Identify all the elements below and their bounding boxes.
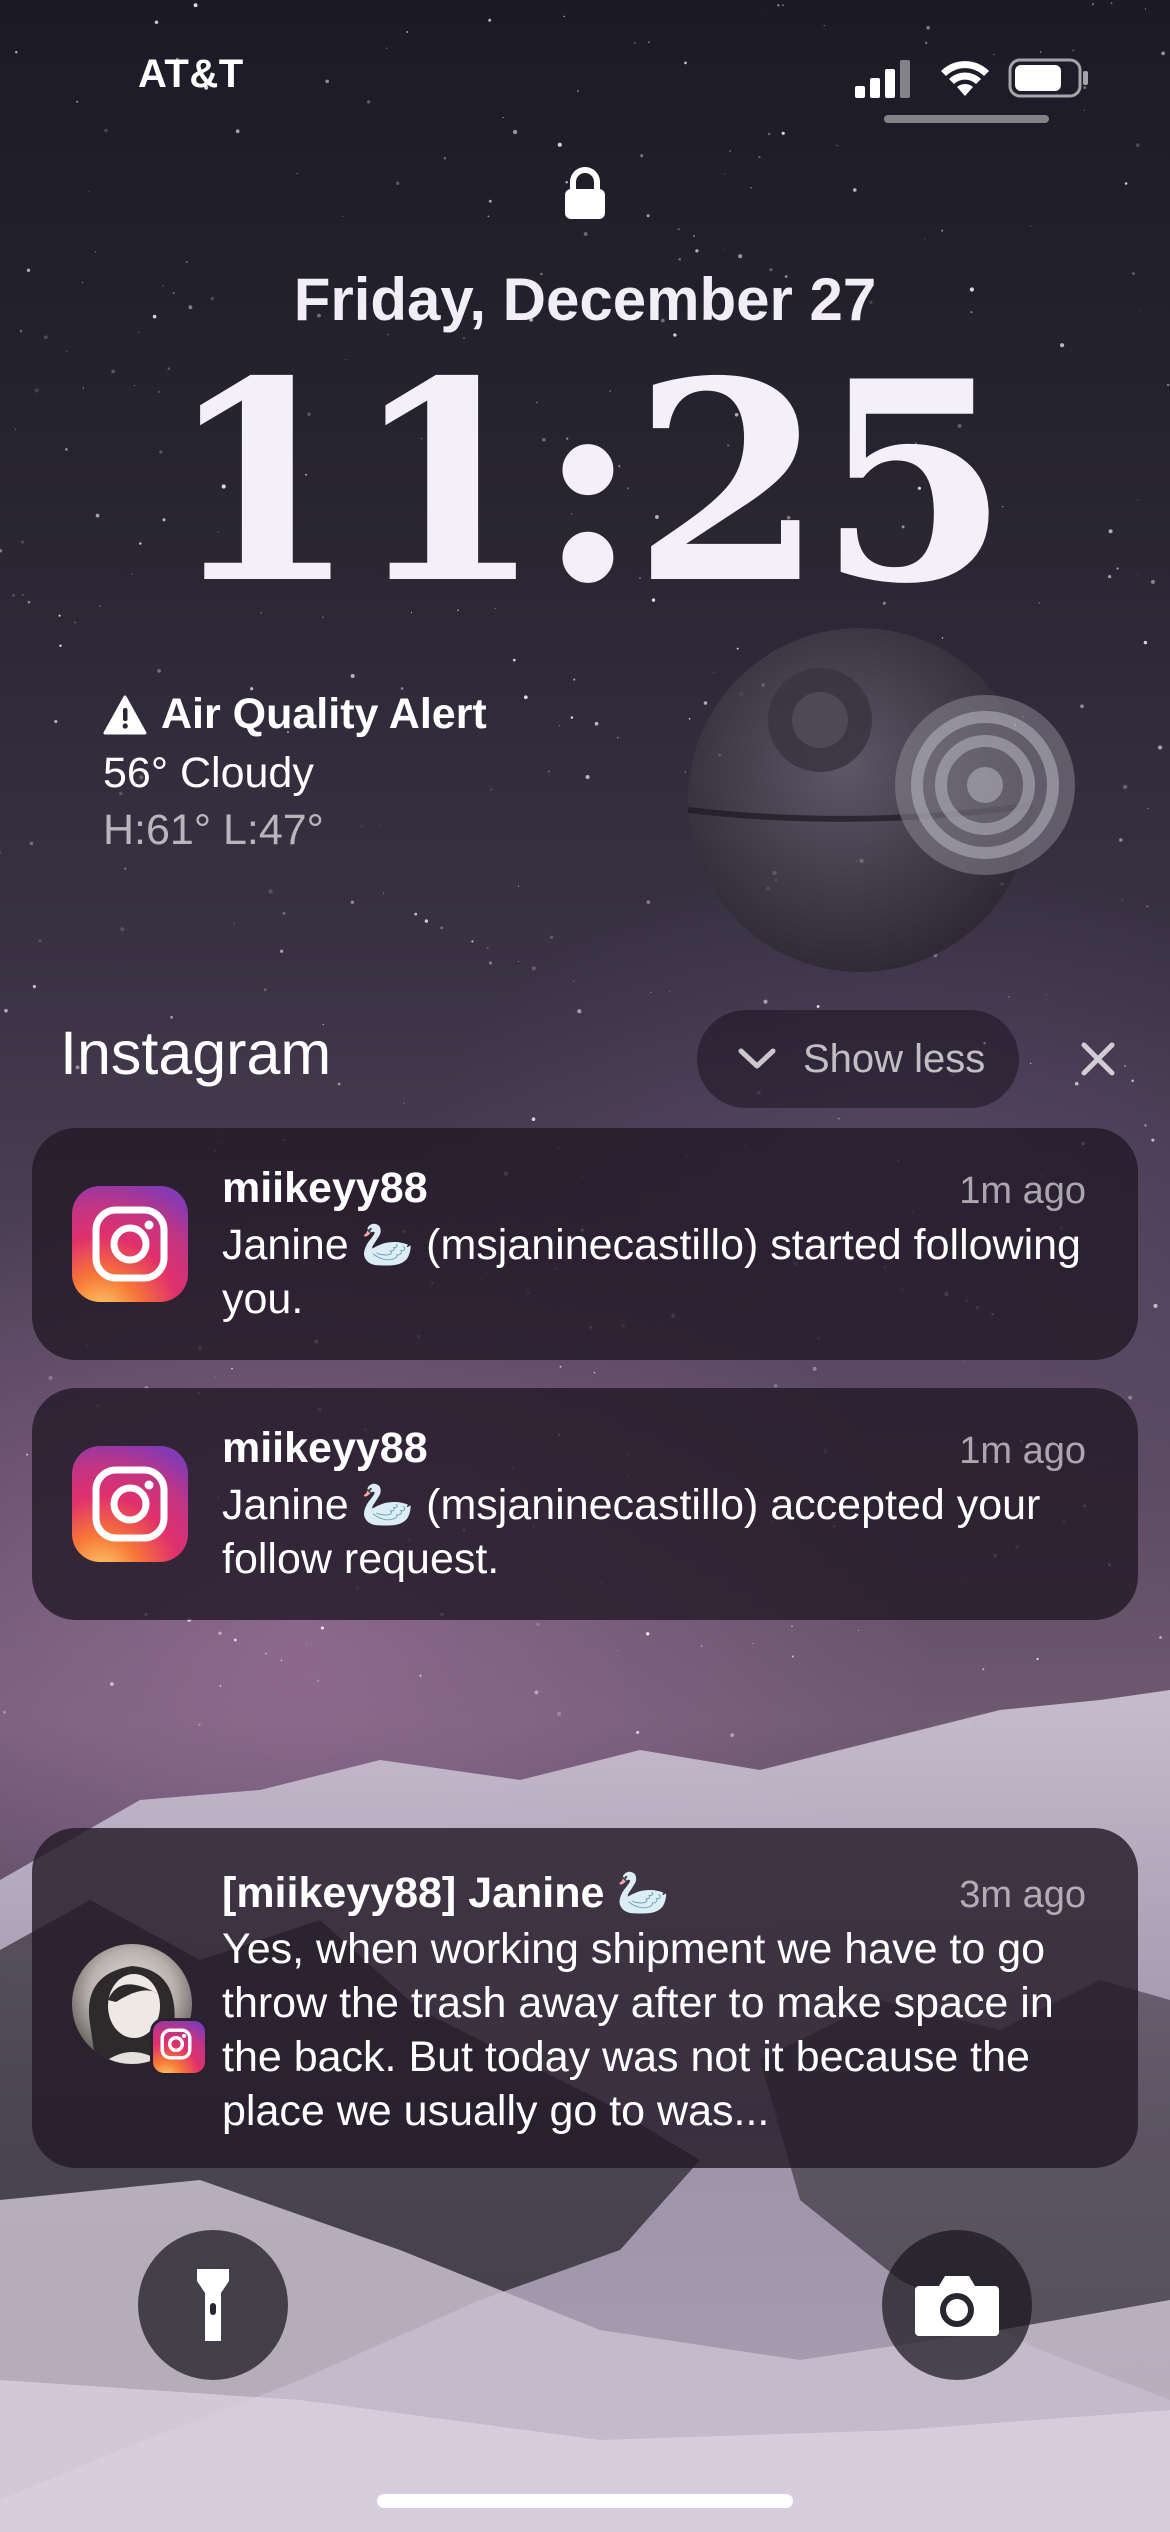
camera-button[interactable] bbox=[882, 2230, 1032, 2380]
message-notification-card[interactable]: [miikeyy88] Janine 🦢 3m ago Yes, when wo… bbox=[32, 1828, 1138, 2168]
carrier-label: AT&T bbox=[138, 52, 244, 96]
weather-hi-lo: H:61° L:47° bbox=[103, 806, 324, 854]
wifi-icon bbox=[941, 61, 989, 96]
weather-alert-label: Air Quality Alert bbox=[161, 690, 487, 738]
instagram-badge-icon bbox=[150, 2018, 208, 2076]
cellular-signal-icon bbox=[855, 60, 910, 98]
notification-body: Janine 🦢 (msjaninecastillo) accepted you… bbox=[222, 1481, 1041, 1583]
notification-time: 1m ago bbox=[959, 1430, 1086, 1472]
flashlight-icon bbox=[197, 2269, 229, 2341]
weather-alert: Air Quality Alert bbox=[103, 690, 487, 739]
clear-group-button[interactable] bbox=[1063, 1024, 1133, 1094]
camera-icon bbox=[915, 2276, 999, 2336]
notification-title: miikeyy88 bbox=[222, 1164, 428, 1212]
notification-body: Janine 🦢 (msjaninecastillo) started foll… bbox=[222, 1221, 1081, 1323]
notification-group-title: Instagram bbox=[60, 1019, 332, 1087]
lock-screen-time: 11:25 bbox=[166, 321, 1010, 644]
message-body: Yes, when working shipment we have to go… bbox=[222, 1925, 1054, 2135]
death-star-wallpaper bbox=[687, 628, 1075, 972]
chevron-down-icon bbox=[738, 1048, 776, 1069]
instagram-icon bbox=[72, 1446, 188, 1562]
home-indicator[interactable] bbox=[377, 2494, 793, 2508]
notification-card[interactable]: miikeyy88 1m ago Janine 🦢 (msjaninecasti… bbox=[32, 1128, 1138, 1360]
instagram-icon bbox=[72, 1186, 188, 1302]
weather-current: 56° Cloudy bbox=[103, 749, 314, 797]
status-indicator-bar bbox=[884, 115, 1049, 123]
notification-group-header: Instagram Show less bbox=[60, 1010, 1140, 1108]
message-title: [miikeyy88] Janine 🦢 bbox=[222, 1869, 670, 1917]
notification-time: 1m ago bbox=[959, 1170, 1086, 1212]
show-less-label: Show less bbox=[803, 1036, 986, 1081]
notification-title: miikeyy88 bbox=[222, 1424, 428, 1472]
close-icon bbox=[1081, 1042, 1115, 1076]
warning-icon bbox=[103, 695, 147, 734]
battery-icon bbox=[1008, 58, 1088, 98]
status-bar: AT&T bbox=[0, 0, 1170, 150]
lock-icon bbox=[565, 167, 605, 219]
message-time: 3m ago bbox=[959, 1874, 1086, 1916]
weather-widget[interactable]: Air Quality Alert 56° Cloudy H:61° L:47° bbox=[103, 690, 487, 855]
notification-card[interactable]: miikeyy88 1m ago Janine 🦢 (msjaninecasti… bbox=[32, 1388, 1138, 1620]
flashlight-button[interactable] bbox=[138, 2230, 288, 2380]
show-less-button[interactable]: Show less bbox=[697, 1010, 1019, 1108]
